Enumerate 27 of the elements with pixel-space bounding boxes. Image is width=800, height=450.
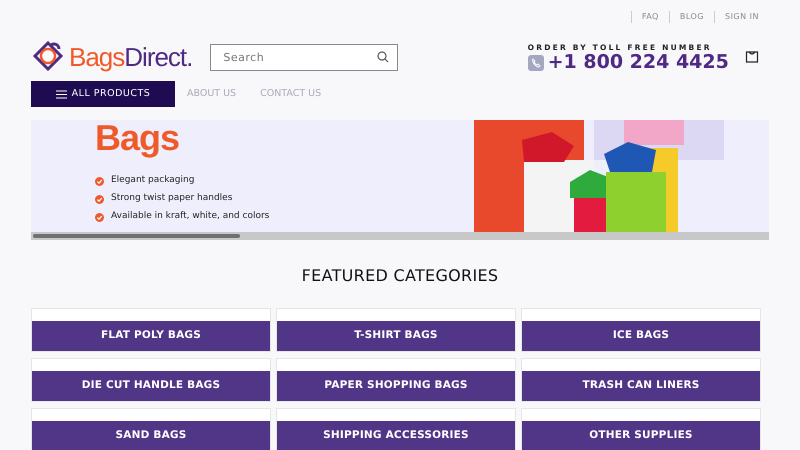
category-card[interactable]: ICE BAGS bbox=[521, 308, 761, 352]
check-icon bbox=[95, 212, 104, 222]
search-field[interactable]: Search bbox=[210, 44, 398, 70]
category-card[interactable]: FLAT POLY BAGS bbox=[31, 308, 271, 352]
category-card[interactable]: SAND BAGS bbox=[31, 408, 271, 450]
section-title: FEATURED CATEGORIES bbox=[300, 265, 500, 287]
banner-heading: Bags bbox=[95, 120, 180, 156]
phone-number[interactable]: +1 800 224 4425 bbox=[548, 53, 729, 72]
category-card[interactable]: OTHER SUPPLIES bbox=[521, 408, 761, 450]
scrollbar[interactable] bbox=[31, 232, 769, 240]
all-products-button[interactable]: ALL PRODUCTS bbox=[31, 81, 175, 107]
banner-bullet: Strong twist paper handles bbox=[111, 192, 232, 206]
phone-icon bbox=[528, 54, 544, 71]
category-card[interactable]: T-SHIRT BAGS bbox=[276, 308, 516, 352]
search-icon[interactable] bbox=[377, 50, 390, 62]
check-icon bbox=[95, 176, 104, 186]
banner-bullet: Elegant packaging bbox=[111, 174, 194, 188]
menu-icon[interactable] bbox=[56, 90, 67, 98]
cart-icon[interactable] bbox=[744, 50, 759, 64]
category-card[interactable]: SHIPPING ACCESSORIES bbox=[276, 408, 516, 450]
logo-icon bbox=[31, 40, 65, 74]
category-card[interactable]: DIE CUT HANDLE BAGS bbox=[31, 358, 271, 402]
check-icon bbox=[95, 194, 104, 204]
category-card[interactable]: PAPER SHOPPING BAGS bbox=[276, 358, 516, 402]
banner-bullet: Available in kraft, white, and colors bbox=[111, 210, 270, 224]
category-card[interactable]: TRASH CAN LINERS bbox=[521, 358, 761, 402]
logo-text[interactable]: BagsDirect. bbox=[69, 38, 192, 76]
